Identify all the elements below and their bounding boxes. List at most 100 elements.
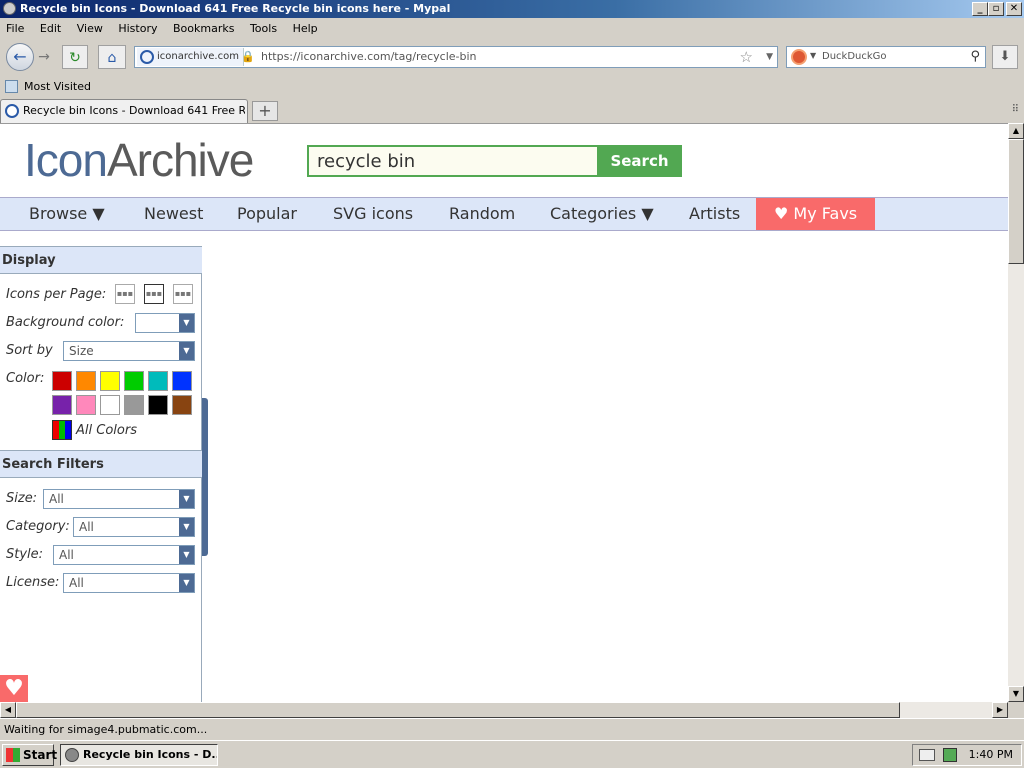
menu-edit[interactable]: Edit bbox=[34, 18, 67, 39]
search-filters-header: Search Filters bbox=[0, 450, 202, 478]
site-identity-button[interactable]: iconarchive.com bbox=[137, 48, 244, 66]
site-search: Search bbox=[307, 145, 682, 177]
color-swatch-black[interactable] bbox=[148, 395, 168, 415]
maximize-button[interactable]: ▫ bbox=[988, 2, 1004, 16]
tab-bar: Recycle bin Icons - Download 641 Free Re… bbox=[0, 99, 1024, 123]
horizontal-scrollbar[interactable]: ◀ ▶ bbox=[0, 702, 1008, 718]
menu-bookmarks[interactable]: Bookmarks bbox=[167, 18, 240, 39]
vertical-scrollbar[interactable]: ▲ ▼ bbox=[1008, 123, 1024, 702]
style-filter-select[interactable]: All ▼ bbox=[53, 545, 195, 565]
color-swatch-green[interactable] bbox=[124, 371, 144, 391]
scroll-up-icon[interactable]: ▲ bbox=[1008, 123, 1024, 139]
scroll-down-icon[interactable]: ▼ bbox=[1008, 686, 1024, 702]
start-button[interactable]: Start bbox=[2, 744, 58, 766]
nav-popular[interactable]: Popular bbox=[237, 198, 297, 230]
site-search-button[interactable]: Search bbox=[597, 145, 682, 177]
windows-flag-icon bbox=[6, 748, 20, 762]
menu-tools[interactable]: Tools bbox=[244, 18, 283, 39]
tab-active[interactable]: Recycle bin Icons - Download 641 Free Re… bbox=[0, 99, 248, 123]
download-button[interactable]: ⬇ bbox=[992, 45, 1018, 69]
search-placeholder[interactable]: DuckDuckGo bbox=[822, 47, 887, 67]
chevron-down-icon: ▼ bbox=[179, 342, 194, 360]
color-swatch-pink[interactable] bbox=[76, 395, 96, 415]
keyboard-icon[interactable] bbox=[919, 749, 935, 761]
category-filter-value: All bbox=[79, 520, 94, 534]
forward-button[interactable]: → bbox=[34, 45, 54, 69]
taskbar-item-browser[interactable]: Recycle bin Icons - D... bbox=[60, 744, 218, 766]
nav-random[interactable]: Random bbox=[449, 198, 515, 230]
color-swatch-brown[interactable] bbox=[172, 395, 192, 415]
menu-history[interactable]: History bbox=[112, 18, 163, 39]
horizontal-scroll-thumb[interactable] bbox=[16, 702, 900, 718]
search-icon[interactable]: ⚲ bbox=[970, 47, 980, 67]
url-text[interactable]: https://iconarchive.com/tag/recycle-bin bbox=[261, 47, 477, 67]
nav-svg-icons[interactable]: SVG icons bbox=[333, 198, 413, 230]
icons-per-page-small-icon[interactable]: ▪▪▪ bbox=[115, 284, 135, 304]
nav-browse[interactable]: Browse ▼ bbox=[29, 198, 105, 230]
menu-file[interactable]: File bbox=[0, 18, 30, 39]
color-swatch-purple[interactable] bbox=[52, 395, 72, 415]
start-label: Start bbox=[23, 748, 58, 762]
logo-part-icon: Icon bbox=[24, 134, 108, 186]
license-filter-select[interactable]: All ▼ bbox=[63, 573, 195, 593]
color-swatch-red[interactable] bbox=[52, 371, 72, 391]
icons-per-page-large-icon[interactable]: ▪▪▪ bbox=[173, 284, 193, 304]
nav-categories[interactable]: Categories ▼ bbox=[550, 198, 654, 230]
nav-my-favs[interactable]: ♥ My Favs bbox=[756, 198, 876, 230]
browser-window: Recycle bin Icons - Download 641 Free Re… bbox=[0, 0, 1024, 768]
color-swatch-yellow[interactable] bbox=[100, 371, 120, 391]
color-swatch-blue[interactable] bbox=[172, 371, 192, 391]
taskbar: Start Recycle bin Icons - D... 1:40 PM bbox=[0, 740, 1024, 768]
web-page: IconArchive Search Browse ▼ Newest Popul… bbox=[0, 123, 1008, 702]
size-filter-select[interactable]: All ▼ bbox=[43, 489, 195, 509]
background-color-select[interactable]: ▼ bbox=[135, 313, 195, 333]
sort-by-label: Sort by bbox=[6, 343, 53, 358]
site-logo[interactable]: IconArchive bbox=[24, 132, 254, 188]
color-swatch-orange[interactable] bbox=[76, 371, 96, 391]
taskbar-item-label: Recycle bin Icons - D... bbox=[83, 748, 218, 761]
color-swatch-gray[interactable] bbox=[124, 395, 144, 415]
bookmark-star-icon[interactable]: ☆ bbox=[740, 47, 753, 67]
color-swatch-white[interactable] bbox=[100, 395, 120, 415]
url-dropdown-icon[interactable]: ▼ bbox=[766, 47, 773, 67]
minimize-button[interactable]: _ bbox=[972, 2, 988, 16]
chevron-down-icon: ▼ bbox=[179, 314, 194, 332]
style-filter-value: All bbox=[59, 548, 74, 562]
reload-button[interactable]: ↻ bbox=[62, 45, 88, 69]
scroll-left-icon[interactable]: ◀ bbox=[0, 702, 16, 718]
most-visited-bookmark[interactable]: Most Visited bbox=[24, 80, 91, 93]
heart-icon[interactable]: ♥ bbox=[0, 675, 28, 702]
sidebar-collapse-handle[interactable] bbox=[202, 398, 208, 556]
vertical-scroll-thumb[interactable] bbox=[1008, 139, 1024, 264]
chevron-down-icon: ▼ bbox=[179, 546, 194, 564]
status-text: Waiting for simage4.pubmatic.com... bbox=[4, 723, 208, 736]
back-button[interactable]: ← bbox=[6, 43, 34, 71]
color-swatch-cyan[interactable] bbox=[148, 371, 168, 391]
nav-newest[interactable]: Newest bbox=[144, 198, 203, 230]
menu-view[interactable]: View bbox=[71, 18, 109, 39]
app-icon bbox=[3, 2, 16, 15]
globe-icon bbox=[140, 50, 154, 64]
menu-help[interactable]: Help bbox=[287, 18, 324, 39]
tab-list-icon[interactable]: ⠿ bbox=[1012, 104, 1019, 115]
navigation-toolbar: ← → ↻ ⌂ iconarchive.com 🔒 https://iconar… bbox=[0, 41, 1024, 73]
search-engine-dropdown-icon[interactable]: ▼ bbox=[810, 51, 816, 60]
address-bar[interactable]: iconarchive.com 🔒 https://iconarchive.co… bbox=[134, 46, 778, 68]
icons-per-page-medium-icon[interactable]: ▪▪▪ bbox=[144, 284, 164, 304]
category-filter-select[interactable]: All ▼ bbox=[73, 517, 195, 537]
scroll-right-icon[interactable]: ▶ bbox=[992, 702, 1008, 718]
nav-artists[interactable]: Artists bbox=[689, 198, 740, 230]
duckduckgo-icon[interactable] bbox=[791, 49, 807, 65]
home-button[interactable]: ⌂ bbox=[98, 45, 126, 69]
close-button[interactable]: ✕ bbox=[1006, 2, 1022, 16]
size-filter-value: All bbox=[49, 492, 64, 506]
all-colors-link[interactable]: All Colors bbox=[52, 420, 137, 440]
network-icon[interactable] bbox=[943, 748, 957, 762]
new-tab-button[interactable]: + bbox=[252, 101, 278, 121]
background-color-label: Background color: bbox=[6, 315, 125, 330]
clock[interactable]: 1:40 PM bbox=[969, 748, 1013, 761]
search-bar[interactable]: ▼ DuckDuckGo ⚲ bbox=[786, 46, 986, 68]
status-bar: Waiting for simage4.pubmatic.com... bbox=[0, 718, 1024, 740]
sort-by-select[interactable]: Size ▼ bbox=[63, 341, 195, 361]
site-search-input[interactable] bbox=[307, 145, 599, 177]
